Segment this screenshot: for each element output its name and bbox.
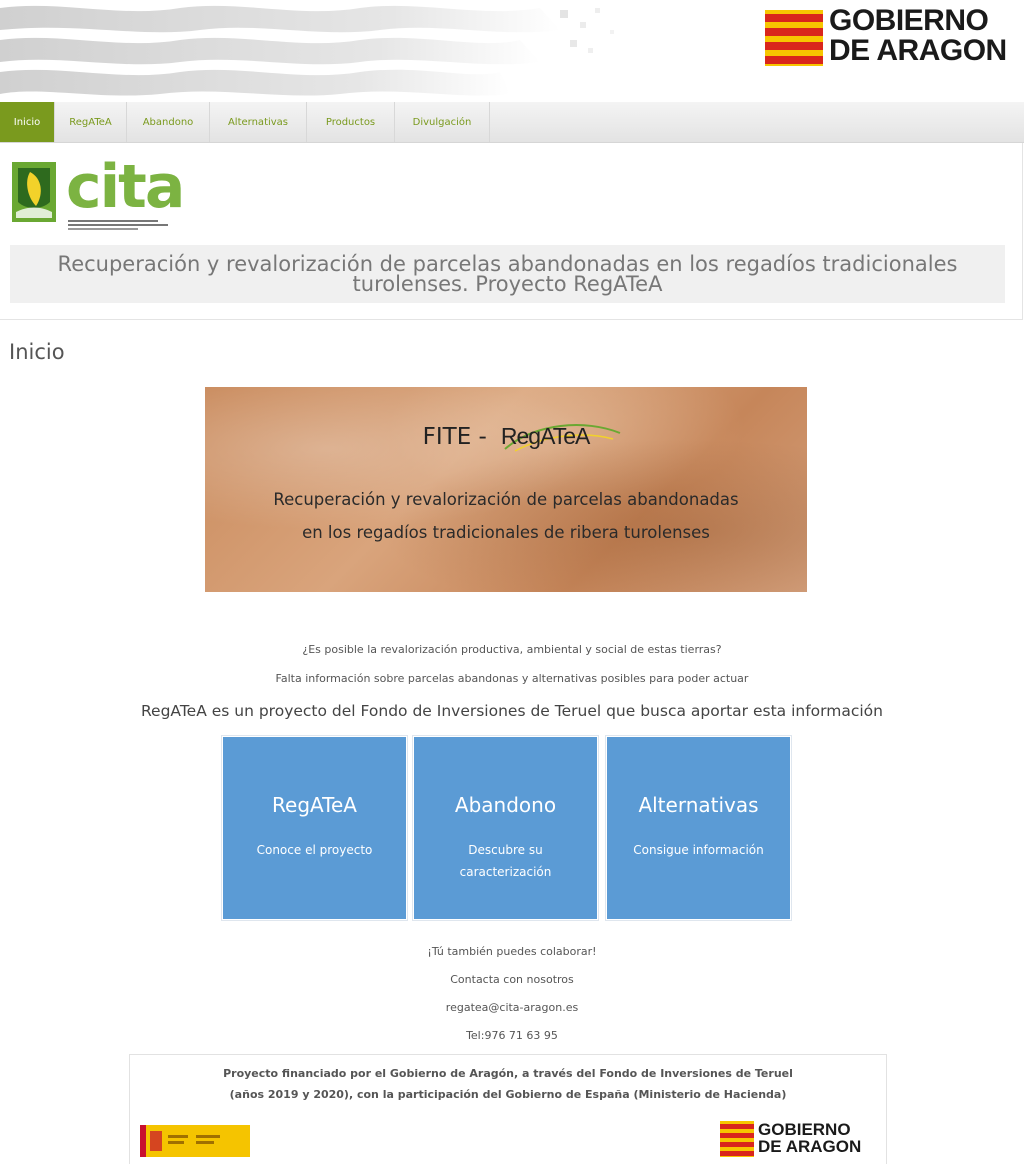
tile-alternativas[interactable]: Alternativas Consigue información xyxy=(606,736,791,920)
intro-lack: Falta información sobre parcelas abandon… xyxy=(275,672,749,685)
aragon-flag-icon xyxy=(765,10,823,66)
hero-line-2: en los regadíos tradicionales de ribera … xyxy=(302,523,710,542)
main-nav: Inicio RegATeA Abandono Alternativas Pro… xyxy=(0,102,1024,143)
site-title: Recuperación y revalorización de parcela… xyxy=(57,252,958,296)
tile-abandono[interactable]: Abandono Descubre su caracterización xyxy=(413,736,598,920)
nav-item-divulgacion[interactable]: Divulgación xyxy=(395,102,490,142)
gobierno-aragon-footer-logo[interactable]: GOBIERNO DE ARAGON xyxy=(720,1121,880,1161)
nav-item-regatea[interactable]: RegATeA xyxy=(55,102,127,142)
cita-logo-text: cita xyxy=(66,152,185,222)
header-banner: GOBIERNO DE ARAGON xyxy=(0,0,1024,100)
intro-statement: RegATeA es un proyecto del Fondo de Inve… xyxy=(140,702,883,720)
hero-title: FITE - RegATeA xyxy=(205,423,807,450)
hero-line-1: Recuperación y revalorización de parcela… xyxy=(273,490,739,509)
hero-prefix: FITE - xyxy=(422,424,487,450)
contact-collaborate: ¡Tú también puedes colaborar! xyxy=(427,945,597,958)
funding-text: Proyecto financiado por el Gobierno de A… xyxy=(130,1063,886,1105)
nav-item-abandono[interactable]: Abandono xyxy=(127,102,210,142)
cita-emblem-icon xyxy=(12,162,56,222)
contact-phone: Tel:976 71 63 95 xyxy=(466,1029,558,1042)
aragon-flag-icon xyxy=(720,1121,754,1157)
tile-regatea[interactable]: RegATeA Conoce el proyecto xyxy=(222,736,407,920)
hero-banner: FITE - RegATeA Recuperación y revalorizac… xyxy=(205,387,807,592)
nav-item-alternativas[interactable]: Alternativas xyxy=(210,102,307,142)
tile-subtitle: Conoce el proyecto xyxy=(256,843,373,857)
tile-title: Alternativas xyxy=(638,793,759,817)
funding-line-2: (años 2019 y 2020), con la participación… xyxy=(229,1088,787,1101)
hero-brand: RegATeA xyxy=(500,423,590,449)
cita-logo-subtext xyxy=(68,220,178,230)
gobierno-espana-logo[interactable] xyxy=(140,1125,250,1157)
intro-question: ¿Es posible la revalorización productiva… xyxy=(302,643,722,656)
gobierno-aragon-logo-text: GOBIERNO DE ARAGON xyxy=(829,4,1007,67)
nav-item-productos[interactable]: Productos xyxy=(307,102,395,142)
contact-us: Contacta con nosotros xyxy=(450,973,574,986)
banner-decoration xyxy=(0,5,614,96)
tile-subtitle: Descubre su caracterización xyxy=(459,843,552,879)
contact-email-link[interactable]: regatea@cita-aragon.es xyxy=(0,1001,1024,1014)
tile-title: Abandono xyxy=(454,793,557,817)
gobierno-aragon-logo[interactable]: GOBIERNO DE ARAGON xyxy=(765,4,1024,70)
page-title: Inicio xyxy=(9,340,65,364)
funding-box: Proyecto financiado por el Gobierno de A… xyxy=(129,1054,887,1164)
site-header: cita Recuperación y revalorización de pa… xyxy=(0,143,1023,320)
tile-subtitle: Consigue información xyxy=(633,843,764,857)
funding-line-1: Proyecto financiado por el Gobierno de A… xyxy=(223,1067,793,1080)
site-title-box: Recuperación y revalorización de parcela… xyxy=(10,245,1005,303)
tile-title: RegATeA xyxy=(272,793,357,817)
nav-item-inicio[interactable]: Inicio xyxy=(0,102,55,142)
cita-logo[interactable]: cita xyxy=(12,152,185,232)
gobierno-aragon-footer-logo-text: GOBIERNO DE ARAGON xyxy=(758,1120,862,1156)
